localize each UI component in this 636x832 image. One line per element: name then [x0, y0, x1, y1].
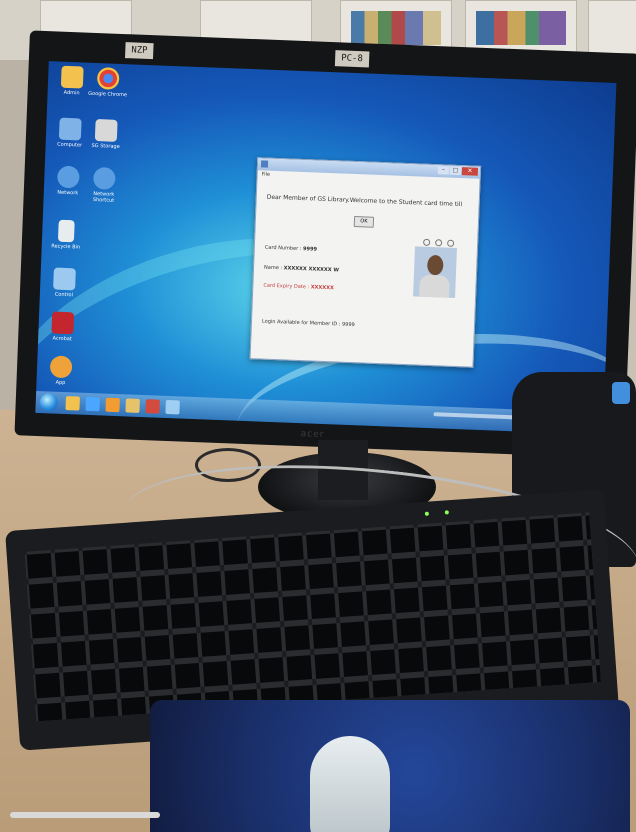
- app-icon[interactable]: [145, 399, 160, 414]
- ok-button[interactable]: OK: [353, 216, 375, 228]
- monitor-label-right: PC-8: [334, 50, 370, 68]
- monitor-label-left: NZP: [125, 42, 154, 60]
- mouse[interactable]: [310, 736, 390, 832]
- desktop-icon-computer[interactable]: Computer: [50, 117, 91, 149]
- photo-control-icon[interactable]: [447, 239, 455, 247]
- desktop-icon-network-shortcut[interactable]: Network Shortcut: [83, 166, 124, 205]
- books: [351, 11, 441, 45]
- control-panel-icon: [53, 267, 76, 291]
- desktop-icon-recycle-bin[interactable]: Recycle Bin: [46, 219, 87, 251]
- start-button[interactable]: [39, 393, 59, 412]
- dialog-footer: Login Available for Member ID : 9999: [261, 318, 355, 329]
- app-icon: [49, 355, 73, 379]
- desktop-icon-sg-storage[interactable]: SG Storage: [86, 119, 127, 151]
- books: [476, 11, 566, 45]
- chrome-icon: [96, 67, 120, 90]
- desktop-icon-network[interactable]: Network: [48, 165, 89, 197]
- photo-control-icon[interactable]: [423, 238, 431, 246]
- window-controls: – □ ✕: [437, 166, 479, 176]
- expiry-row: Card Expiry Date : XXXXXX: [263, 283, 334, 292]
- desktop-icon-label: Google Chrome: [88, 90, 128, 99]
- computer-icon: [58, 117, 82, 141]
- desktop-icon-label: Network Shortcut: [92, 190, 115, 204]
- folder-icon[interactable]: [125, 398, 140, 413]
- photo-head: [426, 254, 444, 276]
- card-number-label: Card Number :: [264, 244, 302, 253]
- network-icon: [56, 165, 80, 189]
- window-icon[interactable]: [165, 399, 180, 415]
- network-shortcut-icon: [92, 166, 116, 190]
- card-number-value: 9999: [302, 246, 318, 253]
- ie-icon[interactable]: [85, 396, 100, 412]
- photo-scene: NZP PC-8 Admin Google Chrome Computer SG…: [0, 0, 636, 832]
- recycle-bin-icon: [57, 219, 75, 243]
- desktop-icon-label: SG Storage: [91, 142, 120, 150]
- library-login-dialog: – □ ✕ File Dear Member of GS Library.Wel…: [249, 157, 482, 368]
- shelf-panel: [588, 0, 636, 54]
- name-label: Name :: [263, 264, 283, 272]
- maximize-button[interactable]: □: [449, 166, 462, 176]
- media-icon[interactable]: [105, 397, 120, 413]
- photo-body: [418, 274, 450, 298]
- monitor-brand: acer: [300, 429, 325, 441]
- minimize-button[interactable]: –: [437, 166, 450, 175]
- member-photo: [413, 246, 457, 298]
- keyboard-led: [424, 511, 430, 516]
- explorer-icon[interactable]: [65, 396, 80, 411]
- folder-icon: [60, 65, 84, 89]
- desktop-icon-label: Admin: [63, 89, 80, 97]
- desktop-icon-chrome[interactable]: Google Chrome: [87, 67, 128, 99]
- desktop-icon-admin[interactable]: Admin: [52, 65, 93, 97]
- expiry-value: XXXXXX: [310, 284, 334, 292]
- close-button[interactable]: ✕: [461, 167, 479, 176]
- desktop-icon-label: Recycle Bin: [51, 243, 81, 251]
- name-row: Name : XXXXXX XXXXXX W: [264, 265, 339, 274]
- acrobat-icon: [51, 311, 75, 335]
- drive-icon: [94, 119, 118, 142]
- desktop-icon-label: Computer: [57, 141, 83, 149]
- desktop-icon-control[interactable]: Control: [44, 267, 85, 299]
- photo-control-icon[interactable]: [435, 239, 443, 247]
- expiry-label: Card Expiry Date :: [263, 282, 310, 291]
- app-window-icon: [260, 160, 269, 168]
- pencil: [10, 812, 160, 818]
- mouse-pad: [150, 700, 630, 832]
- desktop-icon-label: Network: [57, 189, 79, 197]
- card-number-row: Card Number : 9999: [265, 245, 317, 253]
- desktop-icon-app[interactable]: App: [40, 355, 81, 387]
- desktop-icon-label: Control: [54, 291, 74, 299]
- shelf-panel: [465, 0, 577, 54]
- keyboard-keys[interactable]: [24, 512, 602, 722]
- speaker-light: [612, 382, 630, 404]
- name-value: XXXXXX XXXXXX W: [283, 265, 340, 274]
- keyboard-led: [444, 510, 449, 515]
- desktop-icon-acrobat[interactable]: Acrobat: [42, 311, 83, 343]
